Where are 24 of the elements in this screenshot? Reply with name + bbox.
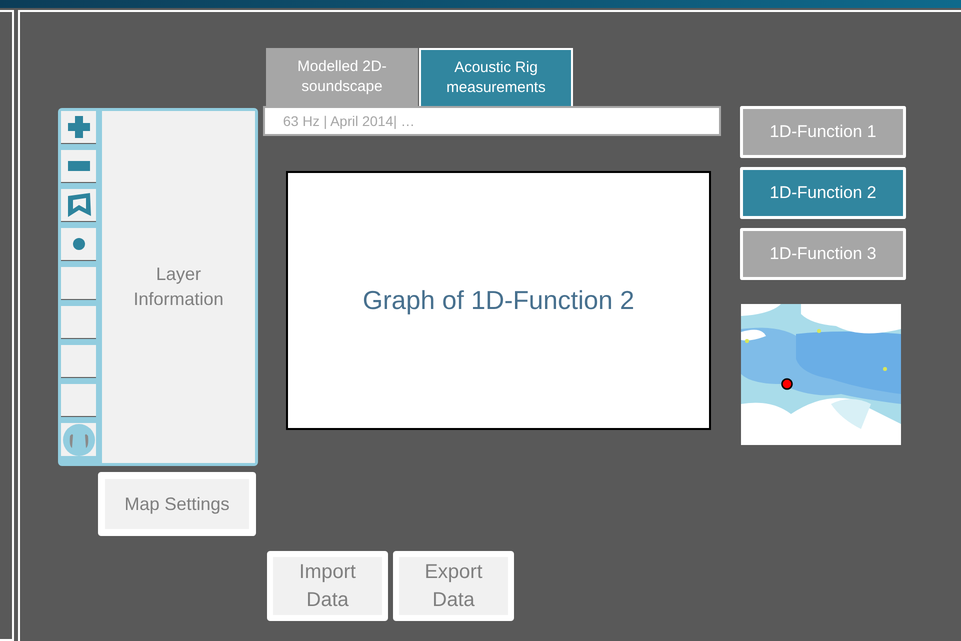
function-button[interactable]: 1D-Function 3	[740, 228, 906, 280]
plus-icon	[68, 116, 90, 138]
layer-information-label: Layer Information	[132, 263, 225, 311]
function-button[interactable]: 1D-Function 2	[740, 167, 906, 219]
minus-icon	[68, 161, 90, 171]
data-button[interactable]: Export Data	[393, 551, 514, 621]
headphones-icon	[62, 424, 94, 456]
tool-button[interactable]	[61, 423, 96, 456]
data-button[interactable]: Import Data	[267, 551, 388, 621]
tab[interactable]: Acoustic Rig measurements	[419, 48, 573, 106]
tool-button[interactable]	[61, 345, 96, 378]
search-field[interactable]: 63 Hz | April 2014| …	[263, 106, 721, 136]
tab[interactable]: Modelled 2D-soundscape	[266, 48, 418, 106]
tool-button[interactable]	[61, 150, 96, 183]
tool-button[interactable]	[61, 228, 96, 261]
tool-button[interactable]	[61, 111, 96, 144]
dot-icon	[72, 238, 84, 250]
function-button[interactable]: 1D-Function 1	[740, 106, 906, 158]
map-settings-button[interactable]: Map Settings	[98, 472, 256, 536]
graph-label: Graph of 1D-Function 2	[362, 284, 634, 317]
tool-button[interactable]	[61, 384, 96, 417]
tool-button[interactable]	[61, 267, 96, 300]
tool-button[interactable]	[61, 306, 96, 339]
tool-button[interactable]	[61, 189, 96, 222]
